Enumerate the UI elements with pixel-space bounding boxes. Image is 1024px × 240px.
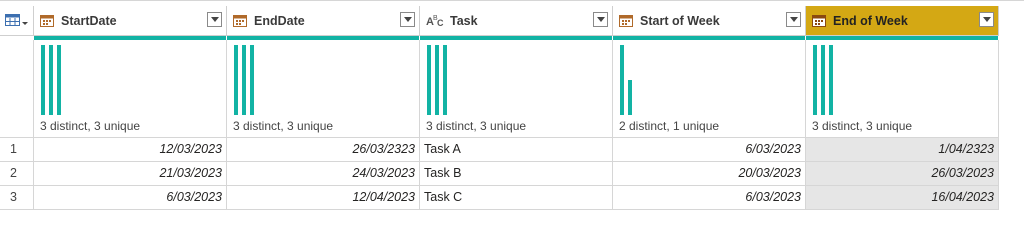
chevron-down-icon <box>597 17 605 22</box>
window-top-border <box>0 0 1024 1</box>
table-cell[interactable]: Task C <box>420 186 613 210</box>
chevron-down-icon <box>211 17 219 22</box>
column-name: EndDate <box>254 14 305 28</box>
column-header-task[interactable]: ABC Task <box>420 6 613 36</box>
chevron-down-icon <box>790 17 798 22</box>
table-menu-button[interactable] <box>0 6 34 36</box>
table-cell[interactable]: 12/03/2023 <box>34 138 227 162</box>
distribution-bar <box>234 45 238 115</box>
table-cell-selected[interactable]: 1/04/2323 <box>806 138 999 162</box>
distinct-unique-stats: 3 distinct, 3 unique <box>233 119 334 133</box>
column-name: StartDate <box>61 14 117 28</box>
calendar-icon <box>233 15 247 30</box>
column-name: End of Week <box>833 14 908 28</box>
table-icon <box>5 14 28 26</box>
distribution-bar <box>41 45 45 115</box>
calendar-icon <box>40 15 54 30</box>
distribution-bar <box>628 80 632 115</box>
calendar-icon <box>619 15 633 30</box>
table-cell[interactable]: 6/03/2023 <box>613 186 806 210</box>
column-name: Start of Week <box>640 14 720 28</box>
distinct-unique-stats: 3 distinct, 3 unique <box>426 119 527 133</box>
row-number[interactable]: 1 <box>0 138 34 162</box>
column-header-start-of-week[interactable]: Start of Week <box>613 6 806 36</box>
table-cell[interactable]: 20/03/2023 <box>613 162 806 186</box>
column-header-enddate[interactable]: EndDate <box>227 6 420 36</box>
column-header-end-of-week[interactable]: End of Week <box>806 6 999 36</box>
column-header-startdate[interactable]: StartDate <box>34 6 227 36</box>
column-filter-dropdown[interactable] <box>786 12 801 27</box>
table-cell[interactable]: 6/03/2023 <box>613 138 806 162</box>
column-profile-end-of-week: 3 distinct, 3 unique <box>806 40 999 138</box>
table-cell-selected[interactable]: 26/03/2023 <box>806 162 999 186</box>
distribution-bar <box>250 45 254 115</box>
calendar-icon <box>812 15 826 30</box>
table-cell[interactable]: Task B <box>420 162 613 186</box>
distribution-bar <box>620 45 624 115</box>
row-number[interactable]: 3 <box>0 186 34 210</box>
distribution-bar <box>443 45 447 115</box>
table-cell[interactable]: Task A <box>420 138 613 162</box>
text-abc-icon: ABC <box>426 14 444 31</box>
table-cell[interactable]: 26/03/2323 <box>227 138 420 162</box>
distribution-bar <box>821 45 825 115</box>
table-cell-selected[interactable]: 16/04/2023 <box>806 186 999 210</box>
column-filter-dropdown[interactable] <box>593 12 608 27</box>
column-profile-task: 3 distinct, 3 unique <box>420 40 613 138</box>
column-filter-dropdown[interactable] <box>400 12 415 27</box>
table-cell[interactable]: 6/03/2023 <box>34 186 227 210</box>
table-cell[interactable]: 21/03/2023 <box>34 162 227 186</box>
distribution-bar <box>49 45 53 115</box>
distribution-bar <box>242 45 246 115</box>
distribution-bar <box>829 45 833 115</box>
column-profile-enddate: 3 distinct, 3 unique <box>227 40 420 138</box>
distinct-unique-stats: 2 distinct, 1 unique <box>619 119 720 133</box>
distinct-unique-stats: 3 distinct, 3 unique <box>40 119 141 133</box>
column-profile-startdate: 3 distinct, 3 unique <box>34 40 227 138</box>
column-filter-dropdown[interactable] <box>979 12 994 27</box>
table-cell[interactable]: 24/03/2023 <box>227 162 420 186</box>
chevron-down-icon <box>404 17 412 22</box>
distribution-bar <box>813 45 817 115</box>
row-number[interactable]: 2 <box>0 162 34 186</box>
column-profile-start-of-week: 2 distinct, 1 unique <box>613 40 806 138</box>
column-filter-dropdown[interactable] <box>207 12 222 27</box>
column-name: Task <box>450 14 478 28</box>
distribution-bar <box>57 45 61 115</box>
distinct-unique-stats: 3 distinct, 3 unique <box>812 119 913 133</box>
profile-row-header <box>0 40 34 138</box>
table-cell[interactable]: 12/04/2023 <box>227 186 420 210</box>
distribution-bar <box>427 45 431 115</box>
chevron-down-icon <box>983 17 991 22</box>
distribution-bar <box>435 45 439 115</box>
svg-text:C: C <box>437 18 444 28</box>
